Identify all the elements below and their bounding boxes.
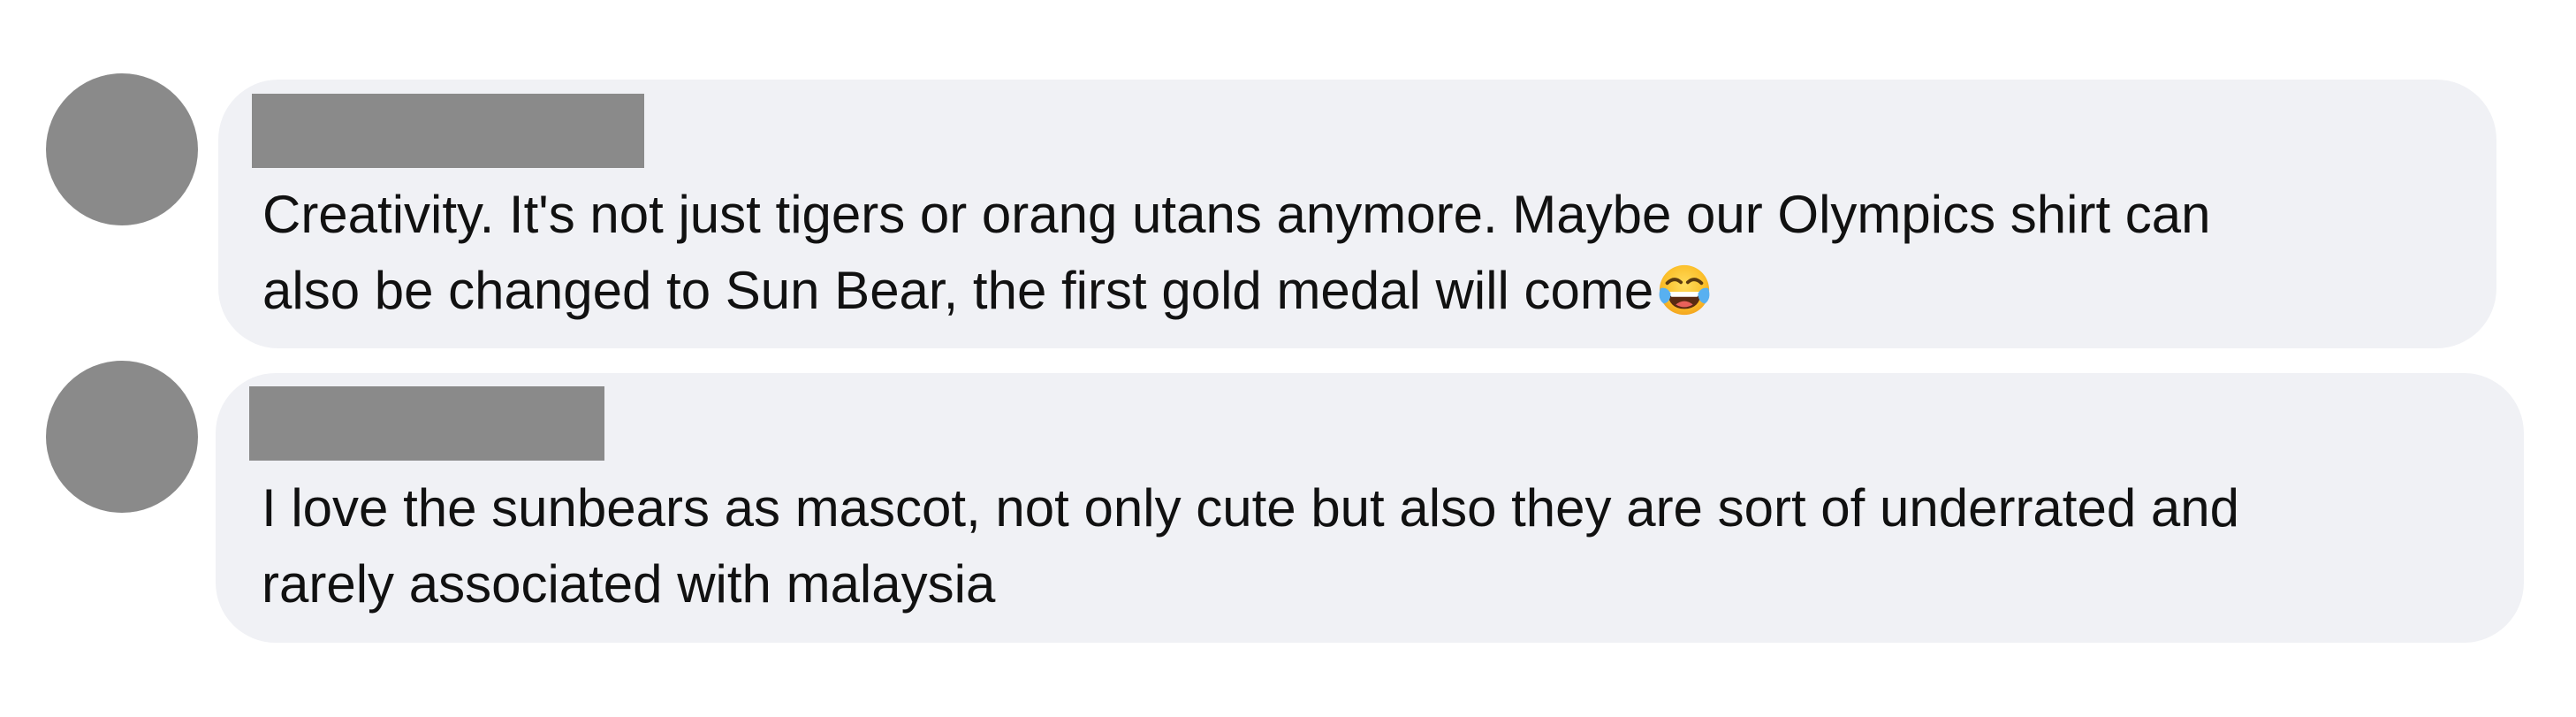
comment-text-segment: also be changed to Sun Bear, the first g… [262, 261, 1654, 320]
comment-text-line: I love the sunbears as mascot, not only … [262, 478, 2239, 538]
comment-text: I love the sunbears as mascot, not only … [262, 470, 2239, 622]
comment-text-line: rarely associated with malaysia [262, 554, 996, 614]
author-name-redacted[interactable] [252, 94, 644, 168]
author-name-redacted[interactable] [249, 386, 604, 461]
face-with-tears-of-joy-icon [1659, 264, 1710, 316]
comment-text-line: also be changed to Sun Bear, the first g… [262, 253, 2211, 329]
comment-bubble: Creativity. It's not just tigers or oran… [218, 80, 2496, 348]
avatar[interactable] [46, 73, 198, 225]
avatar[interactable] [46, 361, 198, 513]
comment-text: Creativity. It's not just tigers or oran… [262, 177, 2211, 329]
comment-bubble: I love the sunbears as mascot, not only … [216, 373, 2524, 643]
comment-text-line: Creativity. It's not just tigers or oran… [262, 185, 2211, 244]
